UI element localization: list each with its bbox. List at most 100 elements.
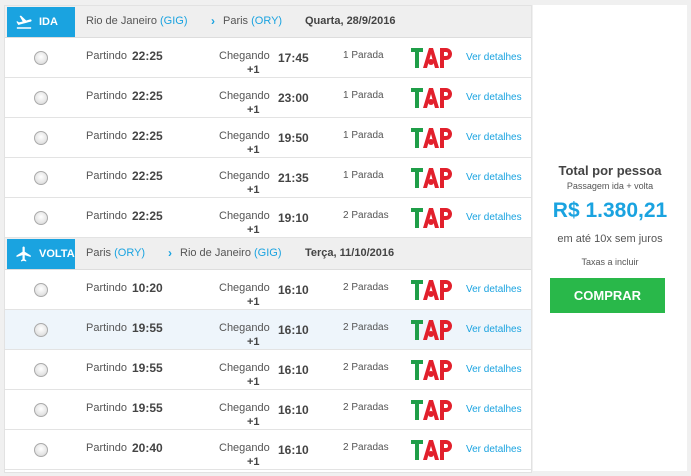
see-details-link[interactable]: Ver detalhes bbox=[466, 404, 522, 415]
flight-radio[interactable] bbox=[34, 211, 48, 225]
flight-results-page: IDA Rio de Janeiro (GIG) › Paris (ORY) Q… bbox=[0, 0, 691, 476]
see-details-link[interactable]: Ver detalhes bbox=[466, 284, 522, 295]
flight-radio[interactable] bbox=[34, 403, 48, 417]
flight-radio[interactable] bbox=[34, 91, 48, 105]
arrival-label: Chegando bbox=[219, 362, 270, 374]
tap-airline-logo-icon bbox=[411, 440, 452, 460]
flight-row[interactable]: Partindo 19:55 Chegando +1 16:10 2 Parad… bbox=[5, 390, 531, 430]
flight-radio[interactable] bbox=[34, 323, 48, 337]
tap-airline-logo-icon bbox=[411, 400, 452, 420]
departure-label: Partindo bbox=[86, 50, 127, 62]
outbound-origin-code: (GIG) bbox=[160, 15, 188, 27]
see-details-link[interactable]: Ver detalhes bbox=[466, 212, 522, 223]
arrival-time: 16:10 bbox=[278, 363, 309, 377]
next-day-indicator: +1 bbox=[247, 416, 260, 428]
flight-radio[interactable] bbox=[34, 131, 48, 145]
summary-title: Total por pessoa bbox=[558, 163, 662, 178]
departure-label: Partindo bbox=[86, 402, 127, 414]
see-details-link[interactable]: Ver detalhes bbox=[466, 364, 522, 375]
departure-label: Partindo bbox=[86, 322, 127, 334]
arrival-label: Chegando bbox=[219, 210, 270, 222]
see-details-link[interactable]: Ver detalhes bbox=[466, 324, 522, 335]
arrival-time: 23:00 bbox=[278, 91, 309, 105]
total-price: R$ 1.380,21 bbox=[552, 199, 668, 222]
arrival-time: 16:10 bbox=[278, 323, 309, 337]
stops-count: 2 Paradas bbox=[343, 442, 389, 453]
flight-row[interactable]: Partindo 19:55 Chegando +1 16:10 2 Parad… bbox=[5, 310, 531, 350]
arrival-label: Chegando bbox=[219, 50, 270, 62]
flight-row[interactable]: Partindo 22:25 Chegando +1 23:00 1 Parad… bbox=[5, 78, 531, 118]
plane-takeoff-icon bbox=[16, 15, 32, 29]
buy-button[interactable]: COMPRAR bbox=[550, 278, 665, 313]
departure-time: 19:55 bbox=[132, 401, 163, 415]
chevron-right-icon: › bbox=[211, 14, 215, 28]
stops-count: 1 Parada bbox=[343, 130, 384, 141]
departure-label: Partindo bbox=[86, 130, 127, 142]
outbound-flight-rows: Partindo 22:25 Chegando +1 17:45 1 Parad… bbox=[5, 38, 531, 238]
arrival-label: Chegando bbox=[219, 402, 270, 414]
arrival-time: 19:10 bbox=[278, 211, 309, 225]
flight-row[interactable]: Partindo 22:25 Chegando +1 21:35 1 Parad… bbox=[5, 158, 531, 198]
flight-radio[interactable] bbox=[34, 283, 48, 297]
see-details-link[interactable]: Ver detalhes bbox=[466, 132, 522, 143]
arrival-time: 16:10 bbox=[278, 403, 309, 417]
next-day-indicator: +1 bbox=[247, 224, 260, 236]
return-flight-rows: Partindo 10:20 Chegando +1 16:10 2 Parad… bbox=[5, 270, 531, 470]
departure-time: 22:25 bbox=[132, 49, 163, 63]
flight-row[interactable]: Partindo 22:25 Chegando +1 19:50 1 Parad… bbox=[5, 118, 531, 158]
flight-row[interactable]: Partindo 20:40 Chegando +1 16:10 2 Parad… bbox=[5, 430, 531, 470]
departure-time: 22:25 bbox=[132, 169, 163, 183]
departure-time: 10:20 bbox=[132, 281, 163, 295]
departure-label: Partindo bbox=[86, 170, 127, 182]
arrival-time: 16:10 bbox=[278, 283, 309, 297]
departure-time: 20:40 bbox=[132, 441, 163, 455]
arrival-label: Chegando bbox=[219, 90, 270, 102]
see-details-link[interactable]: Ver detalhes bbox=[466, 172, 522, 183]
flight-row[interactable]: Partindo 19:55 Chegando +1 16:10 2 Parad… bbox=[5, 350, 531, 390]
next-day-indicator: +1 bbox=[247, 296, 260, 308]
taxes-note: Taxas a incluir bbox=[581, 257, 639, 267]
see-details-link[interactable]: Ver detalhes bbox=[466, 444, 522, 455]
tap-airline-logo-icon bbox=[411, 128, 452, 148]
arrival-time: 21:35 bbox=[278, 171, 309, 185]
outbound-date: Quarta, 28/9/2016 bbox=[305, 15, 396, 27]
return-header: VOLTA Paris (ORY) › Rio de Janeiro (GIG)… bbox=[5, 238, 531, 270]
arrival-label: Chegando bbox=[219, 130, 270, 142]
outbound-dest-city: Paris bbox=[223, 15, 249, 27]
price-summary: Total por pessoa Passagem ida + volta R$… bbox=[533, 5, 687, 471]
departure-time: 19:55 bbox=[132, 361, 163, 375]
stops-count: 1 Parada bbox=[343, 90, 384, 101]
departure-label: Partindo bbox=[86, 90, 127, 102]
tap-airline-logo-icon bbox=[411, 48, 452, 68]
flight-row[interactable]: Partindo 22:25 Chegando +1 17:45 1 Parad… bbox=[5, 38, 531, 78]
outbound-origin-city: Rio de Janeiro bbox=[86, 15, 157, 27]
departure-time: 22:25 bbox=[132, 89, 163, 103]
flight-radio[interactable] bbox=[34, 363, 48, 377]
stops-count: 2 Paradas bbox=[343, 402, 389, 413]
flight-row[interactable]: Partindo 22:25 Chegando +1 19:10 2 Parad… bbox=[5, 198, 531, 238]
tap-airline-logo-icon bbox=[411, 360, 452, 380]
flight-radio[interactable] bbox=[34, 171, 48, 185]
tap-airline-logo-icon bbox=[411, 320, 452, 340]
flight-radio[interactable] bbox=[34, 443, 48, 457]
see-details-link[interactable]: Ver detalhes bbox=[466, 92, 522, 103]
outbound-origin: Rio de Janeiro (GIG) bbox=[86, 15, 188, 27]
installments-text: em até 10x sem juros bbox=[557, 233, 663, 245]
departure-label: Partindo bbox=[86, 362, 127, 374]
outbound-badge: IDA bbox=[7, 7, 75, 37]
departure-label: Partindo bbox=[86, 282, 127, 294]
outbound-header: IDA Rio de Janeiro (GIG) › Paris (ORY) Q… bbox=[5, 6, 531, 38]
plane-icon bbox=[16, 246, 31, 262]
stops-count: 1 Parada bbox=[343, 170, 384, 181]
outbound-dest-code: (ORY) bbox=[251, 15, 283, 27]
next-day-indicator: +1 bbox=[247, 376, 260, 388]
chevron-right-icon: › bbox=[168, 246, 172, 260]
tap-airline-logo-icon bbox=[411, 88, 452, 108]
see-details-link[interactable]: Ver detalhes bbox=[466, 52, 522, 63]
outbound-badge-label: IDA bbox=[39, 16, 58, 28]
return-dest-code: (GIG) bbox=[254, 247, 282, 259]
flight-row[interactable]: Partindo 10:20 Chegando +1 16:10 2 Parad… bbox=[5, 270, 531, 310]
departure-time: 19:55 bbox=[132, 321, 163, 335]
return-dest-city: Rio de Janeiro bbox=[180, 247, 251, 259]
flight-radio[interactable] bbox=[34, 51, 48, 65]
